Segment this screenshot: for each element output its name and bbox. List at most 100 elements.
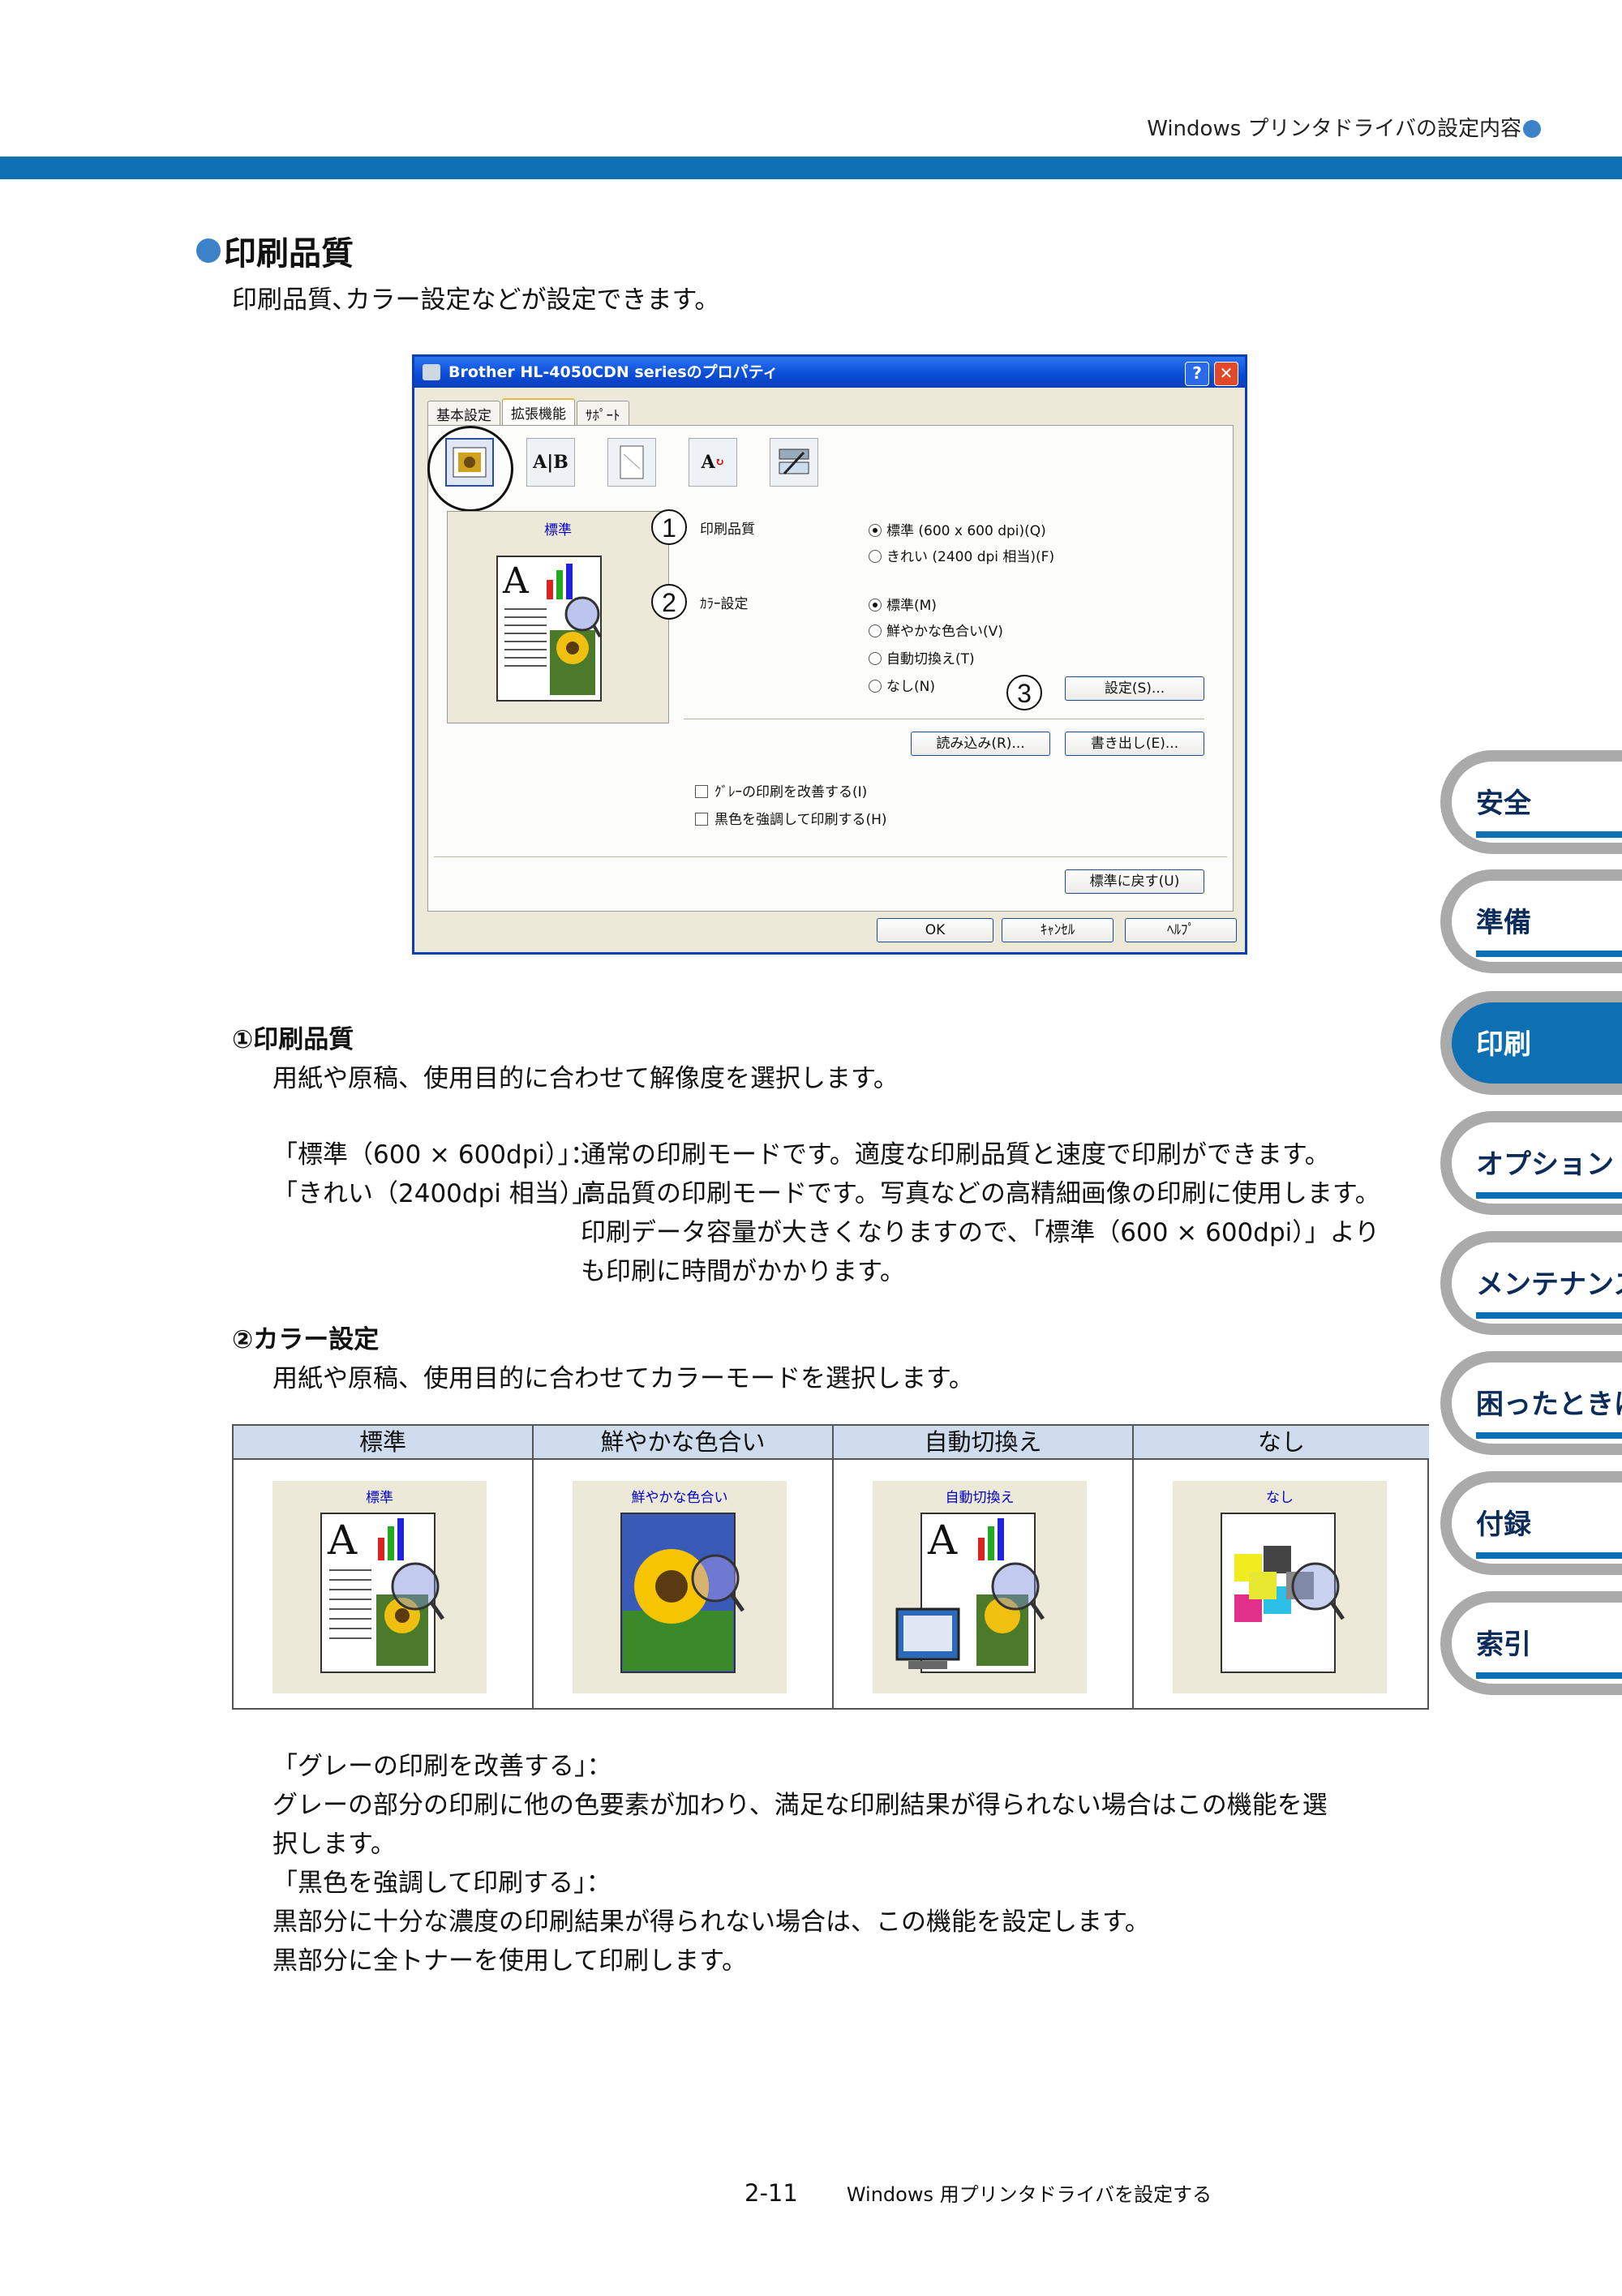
black-note-text-2: 黒部分に全トナーを使用して印刷します。 xyxy=(272,1946,747,1976)
color-vivid-radio[interactable]: 鮮やかな色合い(V) xyxy=(869,620,1003,640)
side-tab-prep[interactable]: 準備 xyxy=(1440,869,1622,973)
item1-fine-key: 「きれい（2400dpi 相当）」： xyxy=(272,1179,610,1208)
selection-highlight-circle xyxy=(427,426,513,512)
thumb-caption: 標準 xyxy=(366,1490,393,1506)
page-footer: 2-11 Windows 用プリンタドライバを設定する xyxy=(744,2178,1212,2207)
cancel-button[interactable]: ｷｬﾝｾﾙ xyxy=(1002,918,1114,942)
side-tab-label: 準備 xyxy=(1476,907,1531,939)
font-settings-icon[interactable]: A ↻ xyxy=(689,438,737,487)
side-tab-index[interactable]: 索引 xyxy=(1440,1591,1622,1695)
color-none-radio[interactable]: なし(N) xyxy=(869,675,935,695)
thumb-caption: 自動切換え xyxy=(945,1490,1015,1506)
gray-note-key: 「グレーの印刷を改善する」： xyxy=(272,1752,612,1781)
help-button[interactable]: ﾍﾙﾌﾟ xyxy=(1125,918,1237,942)
pq-fine-label: きれい (2400 dpi 相当)(F) xyxy=(886,549,1055,565)
item1-fine-text: 高品質の印刷モードです。写真などの高精細画像の印刷に使用します。 xyxy=(581,1179,1380,1208)
side-tab-safety[interactable]: 安全 xyxy=(1440,750,1622,854)
watermark-icon[interactable] xyxy=(607,438,656,487)
improve-gray-checkbox[interactable]: ｸﾞﾚｰの印刷を改善する(I) xyxy=(695,780,867,800)
thumb-caption: なし xyxy=(1266,1490,1294,1506)
dialog-titlebar: Brother HL-4050CDN seriesのプロパティ ? ✕ xyxy=(414,357,1245,388)
callout-1: 1 xyxy=(651,509,687,545)
color-standard-label: 標準(M) xyxy=(886,598,937,614)
svg-text:A: A xyxy=(502,560,530,602)
standard-preview: 標準 A xyxy=(272,1481,487,1693)
restore-default-button[interactable]: 標準に戻す(U) xyxy=(1065,869,1204,894)
item1-fine-text-3: も印刷に時間がかかります。 xyxy=(581,1257,905,1286)
font-glyph: A xyxy=(701,452,715,473)
vivid-preview: 鮮やかな色合い xyxy=(573,1481,787,1693)
item1-fine-text-2: 印刷データ容量が大きくなりますので、「標準（600 × 600dpi）」より xyxy=(581,1218,1380,1247)
tab-bar xyxy=(1476,1192,1622,1199)
bullet-dot-icon xyxy=(196,238,221,263)
properties-dialog: Brother HL-4050CDN seriesのプロパティ ? ✕ 基本設定… xyxy=(412,354,1247,955)
pq-fine-radio[interactable]: きれい (2400 dpi 相当)(F) xyxy=(869,545,1054,565)
color-mode-table: 標準 鮮やかな色合い 自動切換え なし 標準 A 鮮やかな色合い 自動切換え A… xyxy=(232,1424,1429,1710)
tools-icon xyxy=(779,448,809,475)
tab-bar xyxy=(1476,1312,1622,1319)
side-tab-appendix[interactable]: 付録 xyxy=(1440,1471,1622,1575)
black-note-key: 「黒色を強調して印刷する」： xyxy=(272,1869,611,1898)
none-preview: なし xyxy=(1173,1481,1387,1693)
arrow-icon: ↻ xyxy=(714,456,725,469)
enhance-black-checkbox[interactable]: 黒色を強調して印刷する(H) xyxy=(695,808,887,828)
radio-on-icon xyxy=(869,524,882,537)
item1-desc: 用紙や原稿、使用目的に合わせて解像度を選択します。 xyxy=(272,1064,899,1093)
tab-bar xyxy=(1476,1432,1622,1439)
side-tab-label: 付録 xyxy=(1476,1508,1531,1541)
side-tab-label: オプション xyxy=(1476,1148,1614,1181)
table-header: 自動切換え xyxy=(834,1426,1134,1460)
black-note-text: 黒部分に十分な濃度の印刷結果が得られない場合は、この機能を設定します。 xyxy=(272,1908,1150,1937)
header-band xyxy=(0,157,1622,179)
side-tab-print[interactable]: 印刷 xyxy=(1440,991,1622,1095)
radio-on-icon xyxy=(869,599,882,612)
color-vivid-label: 鮮やかな色合い(V) xyxy=(886,624,1003,640)
printer-icon xyxy=(423,364,440,380)
help-icon[interactable]: ? xyxy=(1185,362,1209,386)
dialog-title: Brother HL-4050CDN seriesのプロパティ xyxy=(448,363,779,381)
side-tab-label: 索引 xyxy=(1476,1629,1531,1661)
document-sample-image: A xyxy=(502,560,602,695)
table-header: 標準 xyxy=(234,1426,534,1460)
page-copy-icon xyxy=(620,445,644,479)
section-title-text: 印刷品質 xyxy=(224,235,354,273)
footer-title: Windows 用プリンタドライバを設定する xyxy=(846,2183,1212,2206)
close-icon[interactable]: ✕ xyxy=(1214,362,1238,386)
callout-3: 3 xyxy=(1006,675,1042,710)
gray-note-text: グレーの部分の印刷に他の色要素が加わり、満足な印刷結果が得られない場合はこの機能… xyxy=(272,1791,1328,1820)
duplex-icon[interactable]: A|B xyxy=(526,438,575,487)
table-header: 鮮やかな色合い xyxy=(534,1426,834,1460)
table-cell: 自動切換え A xyxy=(834,1460,1134,1708)
tab-advanced[interactable]: 拡張機能 xyxy=(502,398,575,427)
bullet-dot-icon xyxy=(1523,120,1541,138)
color-standard-radio[interactable]: 標準(M) xyxy=(869,594,937,614)
color-auto-label: 自動切換え(T) xyxy=(886,651,975,667)
preview-pane: 標準 A xyxy=(447,511,669,723)
color-settings-button[interactable]: 設定(S)... xyxy=(1065,676,1204,701)
import-button[interactable]: 読み込み(R)... xyxy=(911,732,1050,756)
checkbox-icon xyxy=(695,785,708,798)
side-tab-label: メンテナンス xyxy=(1476,1268,1622,1301)
side-tab-maintenance[interactable]: メンテナンス xyxy=(1440,1231,1622,1335)
side-tab-troubleshooting[interactable]: 困ったときは xyxy=(1440,1351,1622,1455)
vivid-sample-image xyxy=(620,1513,745,1673)
device-options-icon[interactable] xyxy=(770,438,818,487)
color-none-label: なし(N) xyxy=(886,679,935,695)
pq-standard-radio[interactable]: 標準 (600 x 600 dpi)(Q) xyxy=(869,519,1046,539)
section-title: 印刷品質 xyxy=(195,227,354,274)
item2-desc: 用紙や原稿、使用目的に合わせてカラーモードを選択します。 xyxy=(272,1364,974,1393)
auto-preview: 自動切換え A xyxy=(873,1481,1087,1693)
radio-off-icon xyxy=(869,652,882,665)
side-tab-options[interactable]: オプション xyxy=(1440,1111,1622,1215)
color-auto-radio[interactable]: 自動切換え(T) xyxy=(869,647,975,667)
export-button[interactable]: 書き出し(E)... xyxy=(1065,732,1204,756)
color-settings-label: ｶﾗｰ設定 xyxy=(700,596,749,612)
thumb-caption: 鮮やかな色合い xyxy=(631,1490,728,1506)
tab-bar xyxy=(1476,831,1622,838)
running-header: Windows プリンタドライバの設定内容 xyxy=(1147,112,1541,142)
tab-bar xyxy=(1476,951,1622,957)
pq-standard-label: 標準 (600 x 600 dpi)(Q) xyxy=(886,523,1046,539)
item2-heading: ②カラー設定 xyxy=(232,1325,380,1354)
print-quality-label: 印刷品質 xyxy=(700,521,755,538)
ok-button[interactable]: OK xyxy=(877,918,993,942)
